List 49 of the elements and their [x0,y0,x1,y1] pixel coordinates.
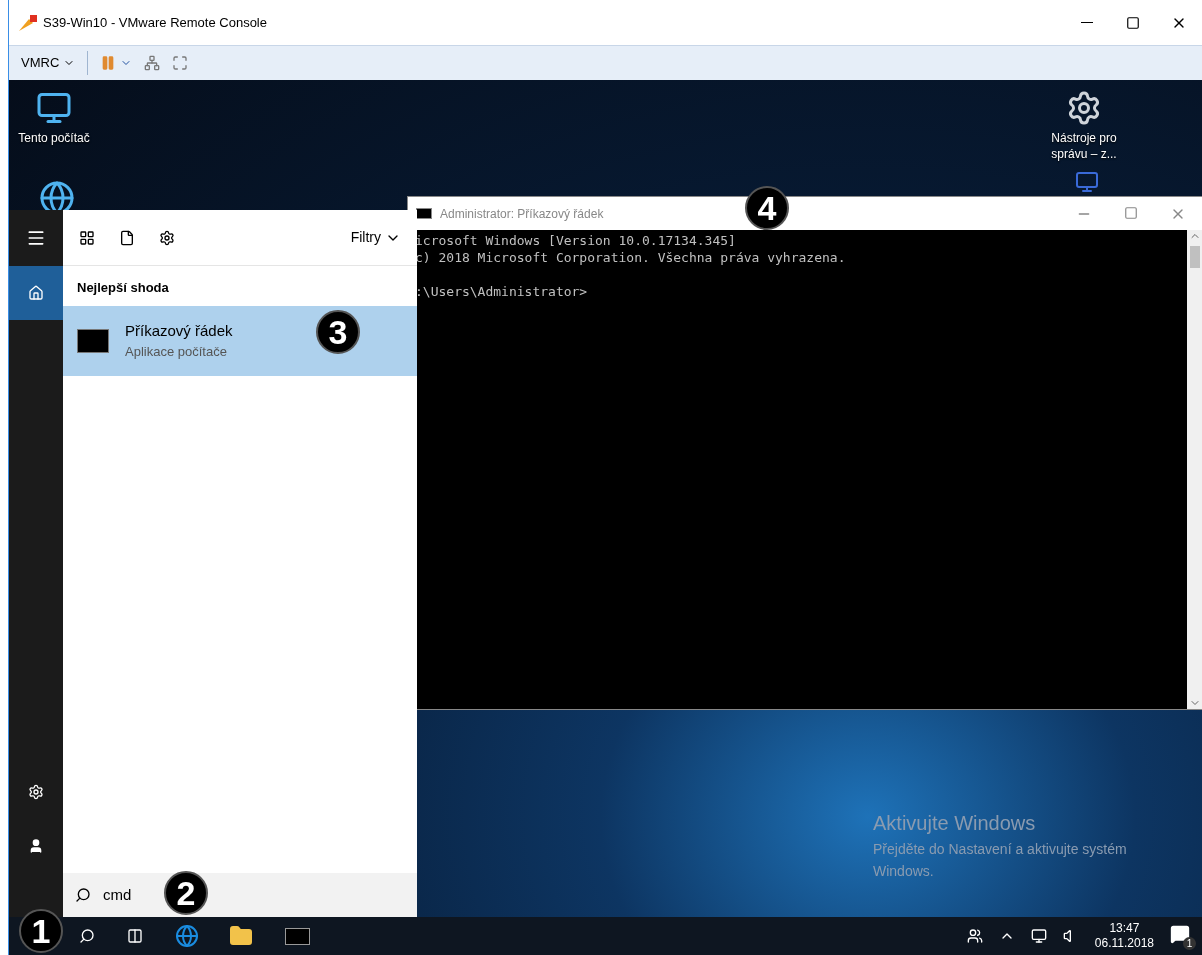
network-icon [144,55,161,71]
window-title: Administrator: Příkazový řádek [440,205,604,223]
clock[interactable]: 13:47 06.11.2018 [1094,921,1154,951]
app-logo-icon [17,12,39,33]
filter-button[interactable]: Filtry [350,227,401,248]
home-button[interactable] [9,266,63,320]
network-status-icon[interactable] [1030,928,1047,944]
settings-icon[interactable] [159,229,175,246]
minimize-icon [1081,22,1093,23]
settings-icon [28,784,44,800]
search-icon [79,928,95,944]
result-type: Aplikace počítače [125,343,228,361]
activation-text: Přejděte do Nastavení a aktivujte systém Windows. [873,840,1128,881]
desktop-icon-label[interactable]: Tento počítač [18,130,90,146]
console-line: icrosoft Windows [Version 10.0.17134.345] [415,232,736,249]
terminal-icon [416,208,432,219]
menu-icon [26,228,46,248]
computer-icon [1075,170,1099,194]
fullscreen-button[interactable] [172,55,189,71]
result-name: Příkazový řádek [125,320,233,341]
activation-title: Aktivujte Windows [873,811,1037,836]
number-badge: 4 [745,186,789,230]
computer-icon [36,90,72,126]
user-icon [28,838,44,854]
document-icon[interactable] [119,229,135,246]
network-button[interactable] [144,55,161,71]
terminal-icon [77,328,109,353]
search-icon [75,887,91,903]
scrollbar[interactable] [1187,230,1202,709]
clock-date: 06.11.2018 [1094,936,1154,951]
section-heading: Nejlepší shoda [76,279,170,297]
home-icon [28,285,44,301]
tools-icon [1066,90,1102,126]
folder-icon [229,924,253,948]
maximize-icon[interactable] [1124,205,1138,220]
notification-count: 1 [1183,937,1196,950]
terminal-icon [284,927,310,945]
desktop-icon-label[interactable]: Nástroje pro správu – z... [1039,130,1129,162]
vmrc-menu-button[interactable]: VMRC [21,53,76,73]
task-view-icon [127,928,143,944]
maximize-icon [1126,15,1140,30]
fullscreen-icon [172,55,189,71]
apps-icon[interactable] [79,229,95,246]
window-title: S39-Win10 - VMware Remote Console [43,13,267,32]
console-prompt: :\Users\Administrator> [415,283,588,300]
scroll-thumb[interactable] [1189,246,1200,268]
clock-time: 13:47 [1109,921,1140,936]
globe-icon [175,924,199,948]
people-icon[interactable] [966,928,983,944]
